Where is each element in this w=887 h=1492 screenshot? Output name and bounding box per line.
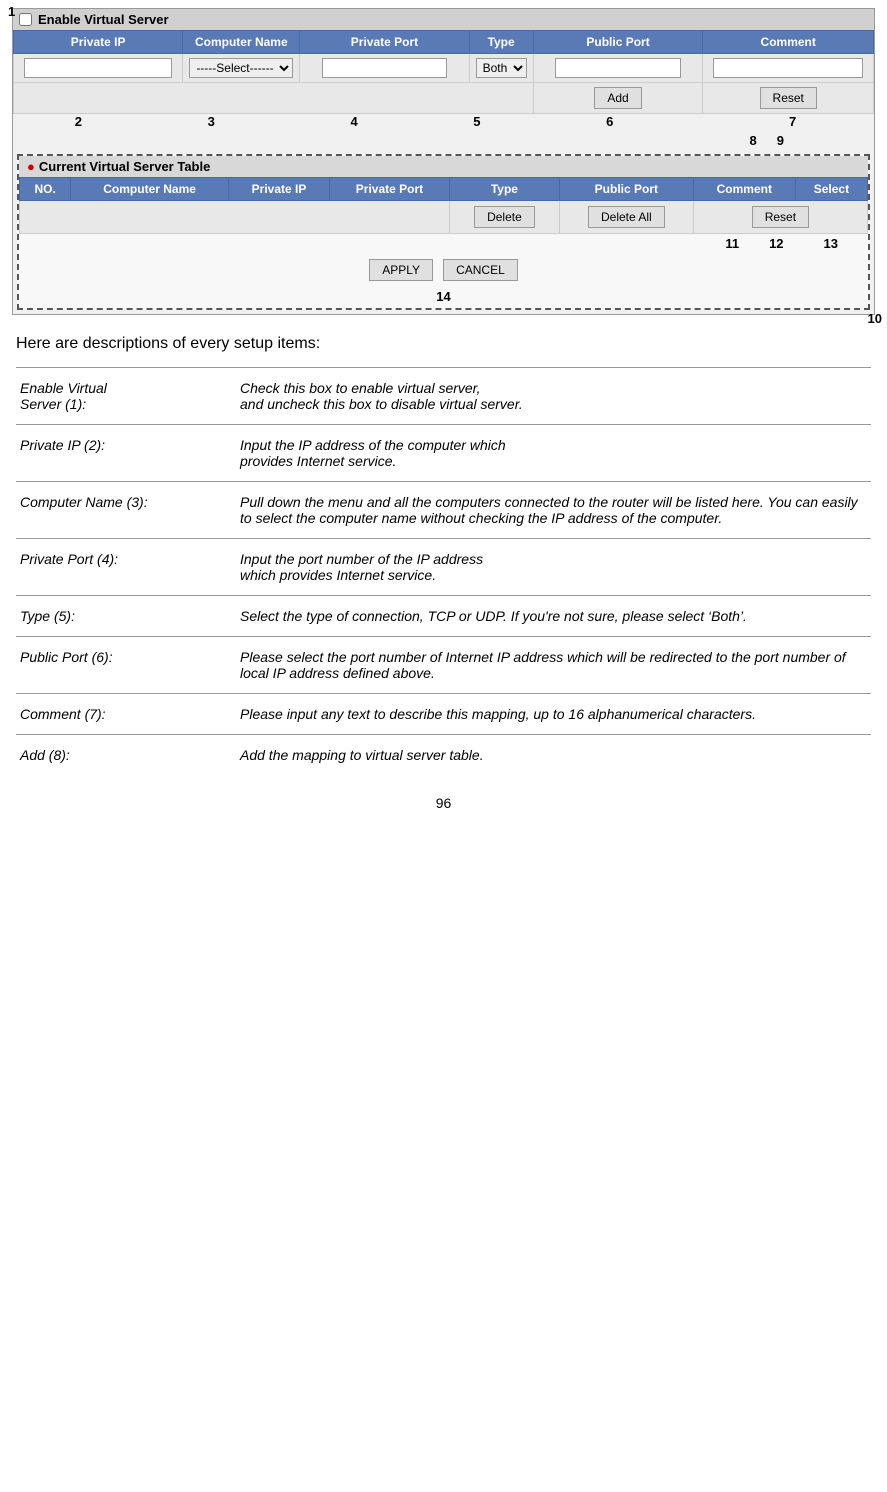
desc-row-7: Comment (7): Please input any text to de…	[16, 694, 871, 735]
col-header-computer-name: Computer Name	[183, 31, 300, 54]
col-header-private-ip: Private IP	[14, 31, 183, 54]
comment-input[interactable]	[713, 58, 863, 78]
type-cell: Both	[469, 54, 533, 83]
desc-row-3: Computer Name (3): Pull down the menu an…	[16, 482, 871, 539]
annotation-12: 12	[769, 236, 783, 251]
type-select[interactable]: Both	[476, 58, 527, 78]
desc-row-1: Enable Virtual Server (1): Check this bo…	[16, 368, 871, 425]
desc-term-1: Enable Virtual Server (1):	[16, 368, 236, 425]
desc-def-2: Input the IP address of the computer whi…	[236, 425, 871, 482]
enable-header-label: Enable Virtual Server	[38, 12, 169, 27]
desc-def-7: Please input any text to describe this m…	[236, 694, 871, 735]
reset-button-cell: Reset	[703, 83, 874, 114]
computer-name-cell: -----Select------	[183, 54, 300, 83]
desc-row-6: Public Port (6): Please select the port …	[16, 637, 871, 694]
page-number: 96	[12, 795, 875, 811]
apply-button[interactable]: APPLY	[369, 259, 433, 281]
empty-data-cell	[20, 201, 450, 234]
desc-def-3: Pull down the menu and all the computers…	[236, 482, 871, 539]
col-header-comment: Comment	[703, 31, 874, 54]
desc-term-3: Computer Name (3):	[16, 482, 236, 539]
reset-table-cell: Reset	[693, 201, 867, 234]
col-header-public-port: Public Port	[533, 31, 703, 54]
enable-virtual-server-checkbox[interactable]	[19, 13, 32, 26]
cancel-button[interactable]: CANCEL	[443, 259, 518, 281]
enable-virtual-server-section: Enable Virtual Server Private IP Compute…	[12, 8, 875, 315]
private-port-input[interactable]	[322, 58, 447, 78]
current-table-header: ● Current Virtual Server Table	[19, 156, 868, 177]
delete-button[interactable]: Delete	[474, 206, 535, 228]
desc-row-4: Private Port (4): Input the port number …	[16, 539, 871, 596]
desc-term-2: Private IP (2):	[16, 425, 236, 482]
annotation-10: 10	[868, 311, 882, 326]
current-table-title: Current Virtual Server Table	[39, 159, 210, 174]
desc-term-6: Public Port (6):	[16, 637, 236, 694]
current-virtual-server-section: 10 ● Current Virtual Server Table NO. Co…	[17, 154, 870, 310]
desc-row-2: Private IP (2): Input the IP address of …	[16, 425, 871, 482]
desc-term-8: Add (8):	[16, 735, 236, 776]
annotation-3: 3	[208, 114, 215, 129]
descriptions-section: Here are descriptions of every setup ite…	[12, 335, 875, 775]
cur-col-no: NO.	[20, 178, 71, 201]
desc-term-7: Comment (7):	[16, 694, 236, 735]
annotation-1: 1	[8, 4, 15, 19]
cur-col-private-port: Private Port	[330, 178, 450, 201]
delete-all-cell: Delete All	[559, 201, 693, 234]
cur-col-private-ip: Private IP	[228, 178, 329, 201]
apply-cancel-row: APPLY CANCEL	[19, 253, 868, 289]
desc-def-8: Add the mapping to virtual server table.	[236, 735, 871, 776]
desc-def-1: Check this box to enable virtual server,…	[236, 368, 871, 425]
col-header-type: Type	[469, 31, 533, 54]
private-port-cell	[300, 54, 469, 83]
desc-row-8: Add (8): Add the mapping to virtual serv…	[16, 735, 871, 776]
virtual-server-form-table: Private IP Computer Name Private Port Ty…	[13, 30, 874, 114]
annotation-5: 5	[473, 114, 480, 129]
cur-col-comment: Comment	[693, 178, 795, 201]
annotation-2: 2	[75, 114, 82, 129]
delete-all-button[interactable]: Delete All	[588, 206, 665, 228]
desc-term-5: Type (5):	[16, 596, 236, 637]
annotation-7: 7	[789, 114, 796, 129]
add-button-cell: Add	[533, 83, 703, 114]
computer-name-select[interactable]: -----Select------	[189, 58, 293, 78]
annotation-8: 8	[750, 133, 757, 148]
annotation-4: 4	[350, 114, 357, 129]
enable-header: Enable Virtual Server	[13, 9, 874, 30]
annotation-9: 9	[777, 133, 784, 148]
reset-top-button[interactable]: Reset	[760, 87, 817, 109]
col-header-private-port: Private Port	[300, 31, 469, 54]
public-port-input[interactable]	[555, 58, 680, 78]
desc-def-5: Select the type of connection, TCP or UD…	[236, 596, 871, 637]
annotation-13: 13	[824, 236, 838, 251]
descriptions-table: Enable Virtual Server (1): Check this bo…	[16, 367, 871, 775]
desc-def-6: Please select the port number of Interne…	[236, 637, 871, 694]
private-ip-cell	[14, 54, 183, 83]
descriptions-intro: Here are descriptions of every setup ite…	[16, 335, 871, 353]
public-port-cell	[533, 54, 703, 83]
add-button[interactable]: Add	[594, 87, 641, 109]
annotation-14: 14	[436, 289, 450, 304]
cur-col-select: Select	[795, 178, 867, 201]
desc-term-4: Private Port (4):	[16, 539, 236, 596]
cur-col-type: Type	[449, 178, 559, 201]
reset-table-button[interactable]: Reset	[752, 206, 809, 228]
desc-row-5: Type (5): Select the type of connection,…	[16, 596, 871, 637]
delete-cell: Delete	[449, 201, 559, 234]
cur-col-public-port: Public Port	[559, 178, 693, 201]
current-table: NO. Computer Name Private IP Private Por…	[19, 177, 868, 234]
private-ip-input[interactable]	[24, 58, 172, 78]
desc-def-4: Input the port number of the IP address …	[236, 539, 871, 596]
empty-cell	[14, 83, 534, 114]
cur-col-computer-name: Computer Name	[71, 178, 229, 201]
annotation-11: 11	[725, 236, 739, 251]
comment-cell	[703, 54, 874, 83]
annotation-6: 6	[606, 114, 613, 129]
